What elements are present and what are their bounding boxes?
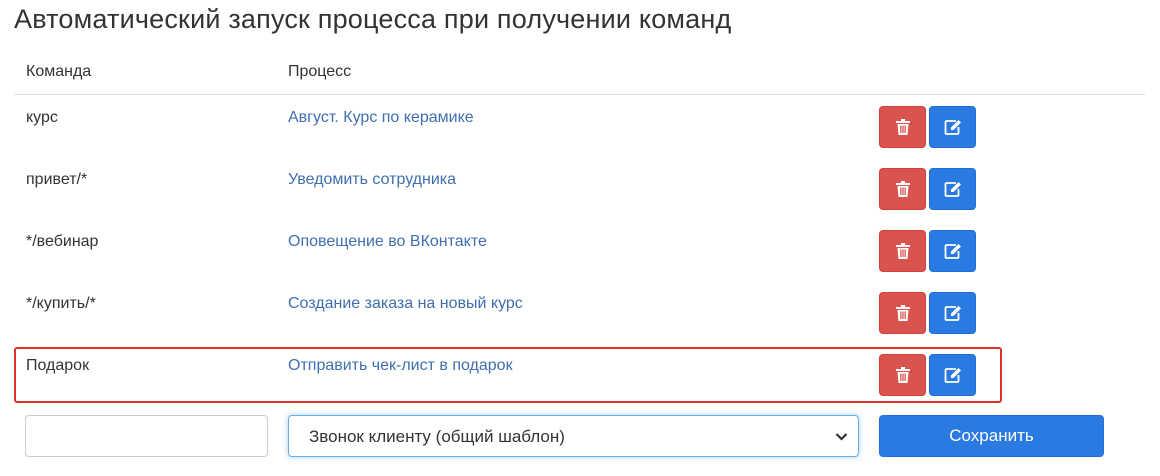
edit-icon: [944, 306, 961, 321]
edit-icon: [944, 120, 961, 135]
table-row: привет/* Уведомить сотрудника: [14, 158, 1145, 220]
table-header: Команда Процесс: [14, 62, 1145, 95]
edit-icon: [944, 182, 961, 197]
table-row: Подарок Отправить чек-лист в подарок: [14, 344, 1145, 406]
delete-button[interactable]: [879, 106, 926, 148]
process-link[interactable]: Уведомить сотрудника: [288, 171, 456, 189]
process-link[interactable]: Оповещение во ВКонтакте: [288, 233, 487, 251]
command-cell: курс: [26, 109, 58, 126]
save-button[interactable]: Сохранить: [879, 415, 1104, 457]
trash-icon: [895, 305, 910, 321]
process-link[interactable]: Август. Курс по керамике: [288, 109, 474, 127]
table-row: */вебинар Оповещение во ВКонтакте: [14, 220, 1145, 282]
trash-icon: [895, 119, 910, 135]
command-cell: */вебинар: [26, 233, 99, 250]
edit-button[interactable]: [929, 106, 976, 148]
table-row: */купить/* Создание заказа на новый курс: [14, 282, 1145, 344]
trash-icon: [895, 181, 910, 197]
edit-icon: [944, 244, 961, 259]
process-select-value: Звонок клиенту (общий шаблон): [309, 427, 565, 446]
page-title: Автоматический запуск процесса при получ…: [14, 4, 732, 34]
column-header-process: Процесс: [288, 63, 352, 80]
command-cell: */купить/*: [26, 295, 96, 312]
trash-icon: [895, 367, 910, 383]
command-input[interactable]: [25, 415, 268, 457]
delete-button[interactable]: [879, 230, 926, 272]
process-link[interactable]: Создание заказа на новый курс: [288, 295, 523, 313]
edit-button[interactable]: [929, 292, 976, 334]
delete-button[interactable]: [879, 354, 926, 396]
delete-button[interactable]: [879, 292, 926, 334]
chevron-down-icon: [835, 433, 848, 441]
edit-button[interactable]: [929, 230, 976, 272]
edit-button[interactable]: [929, 168, 976, 210]
delete-button[interactable]: [879, 168, 926, 210]
trash-icon: [895, 243, 910, 259]
command-cell: Подарок: [26, 357, 90, 374]
command-cell: привет/*: [26, 171, 88, 188]
edit-icon: [944, 368, 961, 383]
column-header-command: Команда: [26, 63, 92, 80]
edit-button[interactable]: [929, 354, 976, 396]
table-row: курс Август. Курс по керамике: [14, 96, 1145, 158]
process-select[interactable]: Звонок клиенту (общий шаблон): [288, 415, 859, 457]
process-link[interactable]: Отправить чек-лист в подарок: [288, 357, 513, 375]
